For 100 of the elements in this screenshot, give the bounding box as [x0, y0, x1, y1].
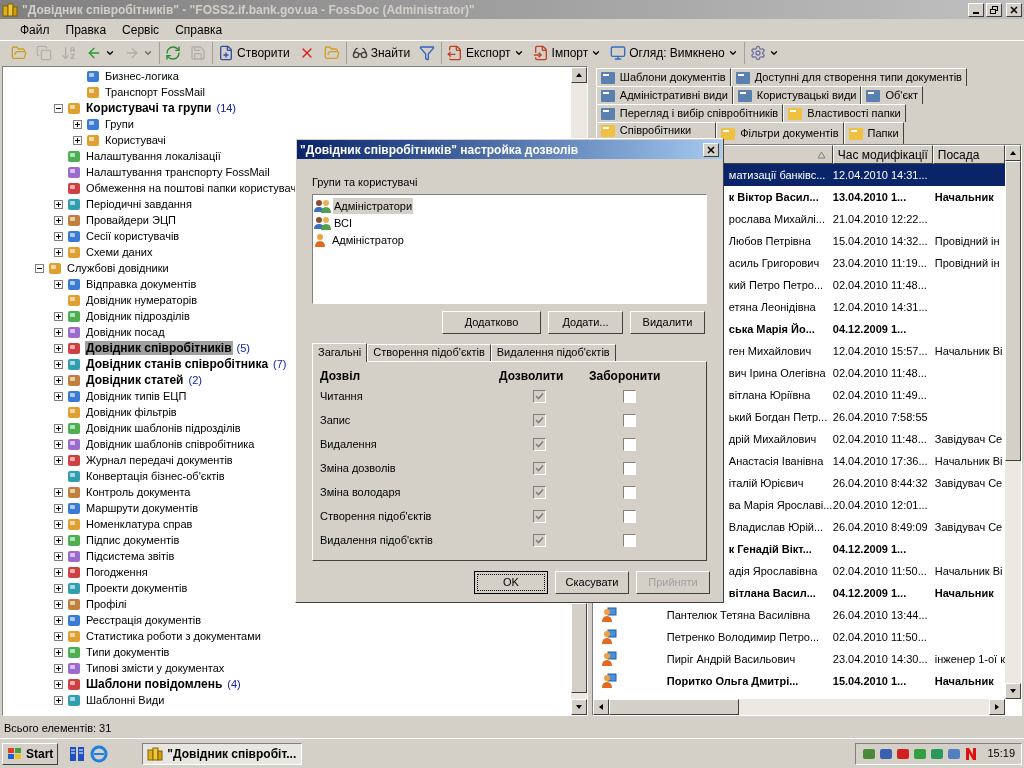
- tree-item[interactable]: Провайдери ЭЦП: [85, 213, 177, 227]
- expand-toggle[interactable]: [53, 551, 63, 561]
- expand-toggle[interactable]: [53, 599, 63, 609]
- expand-toggle[interactable]: [53, 215, 63, 225]
- tree-item[interactable]: Реєстрація документів: [85, 613, 203, 627]
- menu-item[interactable]: Сервіс: [116, 20, 166, 39]
- toolbar-button[interactable]: Експорт: [441, 41, 527, 64]
- tab[interactable]: Об'єкт: [861, 86, 923, 104]
- tab[interactable]: Властивості папки: [783, 104, 906, 122]
- expand-toggle[interactable]: [53, 519, 63, 529]
- expand-toggle[interactable]: [53, 359, 63, 369]
- tree-item[interactable]: Проекти документів: [85, 581, 189, 595]
- tree-item[interactable]: Типові змісти у документах: [85, 661, 226, 675]
- tree-item[interactable]: Налаштування транспорту FossMail: [85, 165, 271, 179]
- expand-toggle[interactable]: [53, 391, 63, 401]
- tree-item[interactable]: Підпис документів: [85, 533, 181, 547]
- checkbox[interactable]: [623, 390, 636, 403]
- tree-item[interactable]: Довідник посад: [85, 325, 166, 339]
- list-row[interactable]: Петренко Володимир Петро... 02.04.2010 11:50...: [592, 626, 1005, 648]
- tree-item[interactable]: Довідник типів ЕЦП: [85, 389, 188, 403]
- expand-toggle[interactable]: [72, 135, 82, 145]
- principal-item[interactable]: ВСІ: [333, 214, 353, 232]
- expand-toggle[interactable]: [53, 503, 63, 513]
- tree-item[interactable]: Довідник статей: [85, 373, 185, 387]
- dialog-button[interactable]: Скасувати: [555, 570, 629, 594]
- tab[interactable]: Шаблони документів: [595, 68, 731, 86]
- tree-item[interactable]: Профілі: [85, 597, 128, 611]
- browser-icon[interactable]: [90, 744, 109, 763]
- expand-toggle[interactable]: [53, 199, 63, 209]
- tab[interactable]: Співробітники: [595, 122, 717, 138]
- tab[interactable]: Папки: [843, 122, 904, 144]
- dialog-button[interactable]: Додати...: [548, 310, 623, 334]
- tree-item[interactable]: Довідник станів співробітника: [85, 357, 270, 371]
- list-row[interactable]: Пантелюк Тетяна Василівна 26.04.2010 13:44...: [592, 604, 1005, 626]
- expand-toggle[interactable]: [53, 631, 63, 641]
- minimize-button[interactable]: [968, 2, 984, 17]
- close-button[interactable]: [1006, 2, 1022, 17]
- tree-item[interactable]: Відправка документів: [85, 277, 198, 291]
- expand-toggle[interactable]: [53, 679, 63, 689]
- scroll-arrow-button[interactable]: [1005, 683, 1021, 699]
- expand-toggle[interactable]: [53, 375, 63, 385]
- tab[interactable]: Загальні: [312, 342, 368, 362]
- tree-item[interactable]: Сесії користувачів: [85, 229, 181, 243]
- expand-toggle[interactable]: [53, 695, 63, 705]
- tab[interactable]: Користувацькі види: [732, 86, 862, 104]
- tree-item[interactable]: Налаштування локалізації: [85, 149, 222, 163]
- expand-toggle[interactable]: [72, 119, 82, 129]
- tab[interactable]: Адміністративні види: [595, 86, 733, 104]
- expand-toggle[interactable]: [53, 311, 63, 321]
- expand-toggle[interactable]: [53, 535, 63, 545]
- checkbox[interactable]: [623, 438, 636, 451]
- expand-toggle[interactable]: [53, 343, 63, 353]
- tree-item[interactable]: Типи документів: [85, 645, 171, 659]
- checkbox[interactable]: [623, 510, 636, 523]
- tray-icon[interactable]: [879, 746, 894, 761]
- expand-toggle[interactable]: [53, 423, 63, 433]
- tree-item[interactable]: Номенклатура справ: [85, 517, 194, 531]
- checkbox[interactable]: [623, 462, 636, 475]
- column-header[interactable]: Посада: [932, 145, 1005, 164]
- collapse-toggle[interactable]: [53, 103, 63, 113]
- expand-toggle[interactable]: [53, 583, 63, 593]
- toolbar-button[interactable]: Імпорт: [529, 41, 605, 64]
- n-logo-icon[interactable]: [964, 746, 979, 761]
- list-row[interactable]: Поритко Ольга Дмитрі... 15.04.2010 1... Начальник: [592, 670, 1005, 692]
- tab[interactable]: Фільтри документів: [716, 122, 844, 144]
- tree-item[interactable]: Довідник шаблонів підрозділів: [85, 421, 242, 435]
- expand-toggle[interactable]: [53, 327, 63, 337]
- scrollbar-thumb[interactable]: [608, 699, 739, 715]
- tree-item[interactable]: Шаблонні Види: [85, 693, 166, 707]
- tree-item[interactable]: Схеми даних: [85, 245, 154, 259]
- expand-toggle[interactable]: [53, 647, 63, 657]
- expand-toggle[interactable]: [53, 487, 63, 497]
- start-button[interactable]: Start: [2, 742, 59, 765]
- tree-item[interactable]: Журнал передачі документів: [85, 453, 234, 467]
- tree-item[interactable]: Користувачі та групи: [85, 101, 213, 115]
- scroll-arrow-button[interactable]: [989, 699, 1005, 715]
- menu-item[interactable]: Справка: [169, 20, 229, 39]
- checkbox[interactable]: [623, 534, 636, 547]
- tab[interactable]: Перегляд і вибір співробітників: [595, 104, 784, 122]
- tree-item[interactable]: Службові довідники: [66, 261, 170, 275]
- dialog-button[interactable]: Видалити: [630, 310, 705, 334]
- tree-item[interactable]: Шаблони повідомлень: [85, 677, 224, 691]
- expand-toggle[interactable]: [53, 279, 63, 289]
- book-icon[interactable]: [68, 744, 87, 763]
- dialog-button[interactable]: Додатково: [442, 310, 541, 334]
- expand-toggle[interactable]: [53, 567, 63, 577]
- checkbox[interactable]: [623, 414, 636, 427]
- tree-item[interactable]: Маршрути документів: [85, 501, 199, 515]
- expand-toggle[interactable]: [53, 231, 63, 241]
- expand-toggle[interactable]: [53, 439, 63, 449]
- column-header[interactable]: Час модифікації: [832, 145, 933, 164]
- scroll-arrow-button[interactable]: [570, 67, 587, 83]
- scrollbar-thumb[interactable]: [1005, 161, 1021, 461]
- tray-icon[interactable]: [896, 746, 911, 761]
- tree-item[interactable]: Довідник нумераторів: [85, 293, 199, 307]
- principal-item[interactable]: Адміністратор: [331, 231, 405, 249]
- taskbar-button[interactable]: "Довідник співробіт...: [142, 742, 303, 765]
- tree-item[interactable]: Користувачі: [104, 133, 167, 147]
- scroll-arrow-button[interactable]: [592, 699, 609, 715]
- tree-item[interactable]: Довідник підрозділів: [85, 309, 191, 323]
